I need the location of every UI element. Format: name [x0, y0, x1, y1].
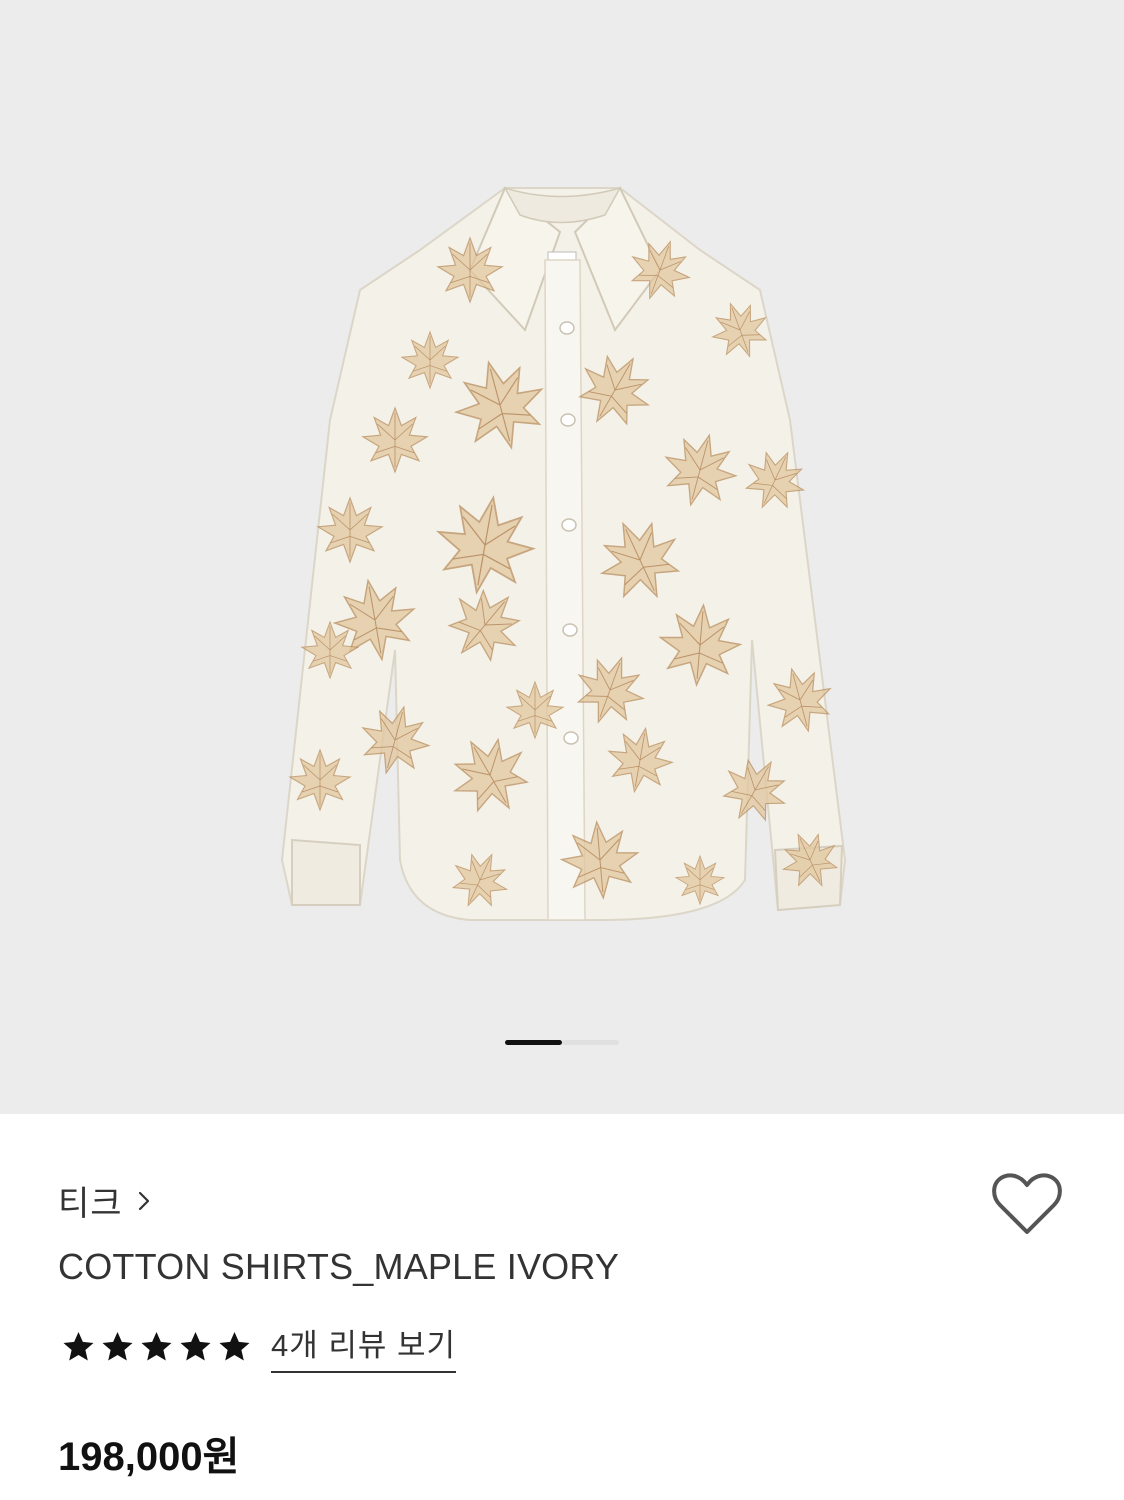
brand-name[interactable]: 티크: [58, 1176, 123, 1225]
star-icon: [141, 1331, 172, 1360]
star-icon: [63, 1331, 94, 1360]
rating-row: 4개 리뷰 보기: [60, 1320, 457, 1373]
pager-indicator-active[interactable]: [505, 1040, 562, 1045]
view-reviews-link[interactable]: 4개 리뷰 보기: [271, 1320, 457, 1373]
product-info: 티크 COTTON SHIRTS_MAPLE IVORY 4개 리뷰 보기 19…: [0, 1114, 1124, 1500]
pager-indicator[interactable]: [562, 1040, 619, 1045]
price: 198,000원: [58, 1435, 240, 1479]
star-icon: [180, 1331, 211, 1360]
heart-outline-icon[interactable]: [990, 1172, 1064, 1238]
star-icon: [102, 1331, 133, 1360]
gallery-pager[interactable]: [505, 1040, 619, 1046]
rating-stars: [60, 1329, 253, 1365]
brand-link[interactable]: 티크: [58, 1176, 151, 1225]
product-image[interactable]: [0, 0, 1124, 1114]
product-image-gallery[interactable]: [0, 0, 1124, 1114]
product-name: COTTON SHIRTS_MAPLE IVORY: [58, 1246, 620, 1287]
chevron-right-icon: [138, 1191, 149, 1210]
star-icon: [219, 1331, 250, 1360]
